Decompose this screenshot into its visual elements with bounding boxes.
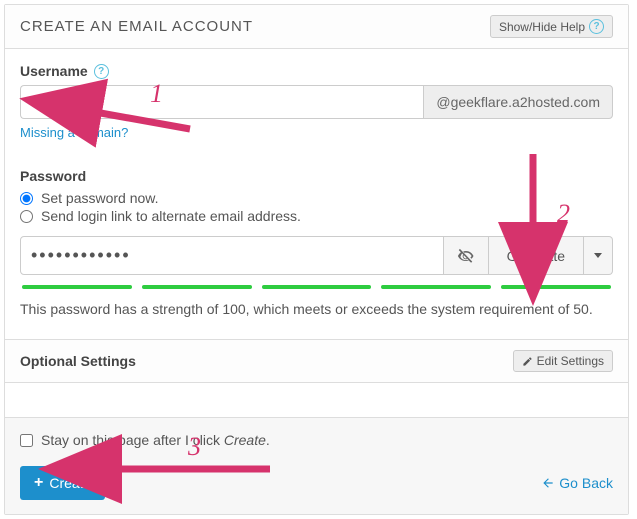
footer-actions: + Create Go Back xyxy=(20,466,613,500)
panel-footer: Stay on this page after I click Create. … xyxy=(5,417,628,514)
generate-options-button[interactable] xyxy=(584,236,613,275)
annotation-number-2: 2 xyxy=(557,199,570,229)
arrow-left-icon xyxy=(541,476,555,490)
help-icon: ? xyxy=(589,19,604,34)
username-label: Username ? xyxy=(20,63,613,79)
go-back-label: Go Back xyxy=(559,475,613,491)
show-hide-help-button[interactable]: Show/Hide Help ? xyxy=(490,15,613,38)
edit-settings-button[interactable]: Edit Settings xyxy=(513,350,613,372)
password-strength-text: This password has a strength of 100, whi… xyxy=(20,301,613,317)
annotation-number-3: 3 xyxy=(188,432,201,462)
toggle-visibility-button[interactable] xyxy=(444,236,489,275)
plus-icon: + xyxy=(34,475,43,491)
domain-addon: @geekflare.a2hosted.com xyxy=(423,85,613,119)
optional-settings-header: Optional Settings Edit Settings xyxy=(5,339,628,383)
page-title: CREATE AN EMAIL ACCOUNT xyxy=(20,18,253,35)
generate-button[interactable]: Generate xyxy=(489,236,584,275)
go-back-link[interactable]: Go Back xyxy=(541,475,613,491)
stay-on-page-checkbox[interactable] xyxy=(20,434,33,447)
radio-set-now-input[interactable] xyxy=(20,192,33,205)
radio-set-now[interactable]: Set password now. xyxy=(20,190,613,206)
annotation-number-1: 1 xyxy=(150,79,163,109)
radio-send-link[interactable]: Send login link to alternate email addre… xyxy=(20,208,613,224)
stay-on-page-row[interactable]: Stay on this page after I click Create. xyxy=(20,432,613,448)
create-button-label: Create xyxy=(49,475,91,491)
eye-off-icon xyxy=(456,246,476,266)
panel-header: CREATE AN EMAIL ACCOUNT Show/Hide Help ? xyxy=(5,5,628,49)
stay-post: . xyxy=(266,432,270,448)
radio-set-now-label: Set password now. xyxy=(41,190,159,206)
username-label-text: Username xyxy=(20,63,88,79)
help-icon[interactable]: ? xyxy=(94,64,109,79)
stay-on-page-label: Stay on this page after I click Create. xyxy=(41,432,270,448)
create-email-panel: CREATE AN EMAIL ACCOUNT Show/Hide Help ?… xyxy=(4,4,629,515)
missing-domain-link[interactable]: Missing a domain? xyxy=(20,125,128,140)
radio-send-link-input[interactable] xyxy=(20,210,33,223)
radio-send-link-label: Send login link to alternate email addre… xyxy=(41,208,301,224)
edit-settings-label: Edit Settings xyxy=(537,354,604,368)
help-button-label: Show/Hide Help xyxy=(499,20,585,34)
pencil-icon xyxy=(522,356,533,367)
create-button[interactable]: + Create xyxy=(20,466,105,500)
password-label: Password xyxy=(20,168,613,184)
username-input-group: @geekflare.a2hosted.com xyxy=(20,85,613,119)
optional-settings-title: Optional Settings xyxy=(20,353,136,369)
password-input[interactable] xyxy=(20,236,444,275)
password-input-group: Generate xyxy=(20,236,613,275)
username-input[interactable] xyxy=(20,85,423,119)
password-strength-meter xyxy=(22,285,611,289)
panel-body: Username ? @geekflare.a2hosted.com Missi… xyxy=(5,49,628,339)
chevron-down-icon xyxy=(594,253,602,258)
stay-em: Create xyxy=(224,432,266,448)
